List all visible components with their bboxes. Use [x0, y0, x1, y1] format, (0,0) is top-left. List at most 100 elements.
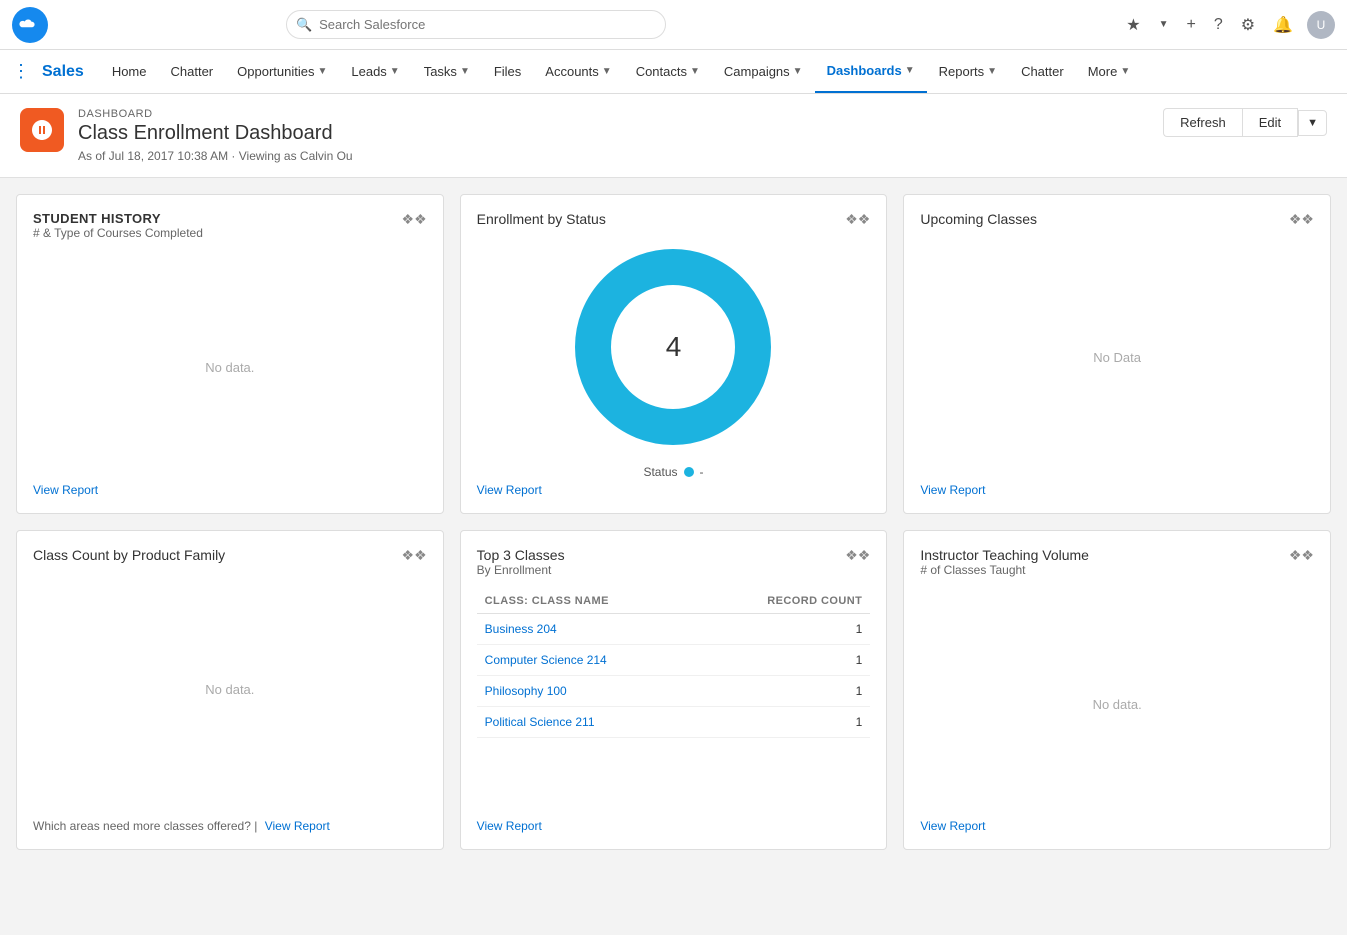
nav-dashboards[interactable]: Dashboards▼ [815, 50, 927, 93]
enrollment-status-card: Enrollment by Status ❖❖ 4 Status - V [460, 194, 888, 514]
bell-icon[interactable]: 🔔 [1269, 11, 1297, 39]
class-name-cell[interactable]: Philosophy 100 [477, 676, 697, 707]
no-data-label: No data. [205, 682, 254, 697]
salesforce-logo[interactable] [12, 7, 48, 43]
chevron-down-icon: ▼ [390, 66, 400, 77]
table-row: Philosophy 1001 [477, 676, 871, 707]
instructor-volume-subtitle: # of Classes Taught [920, 563, 1089, 577]
top3-classes-card: Top 3 Classes By Enrollment ❖❖ CLASS: CL… [460, 530, 888, 850]
nav-home[interactable]: Home [100, 50, 159, 93]
class-count-card: Class Count by Product Family ❖❖ No data… [16, 530, 444, 850]
top3-view-report[interactable]: View Report [477, 819, 871, 833]
dashboard-icon [20, 108, 64, 152]
expand-icon[interactable]: ❖❖ [845, 211, 870, 228]
class-count-title: Class Count by Product Family [33, 547, 225, 563]
enrollment-status-view-report[interactable]: View Report [477, 483, 871, 497]
record-count-cell: 1 [696, 676, 870, 707]
no-data-label: No data. [205, 360, 254, 375]
edit-button[interactable]: Edit [1242, 108, 1298, 137]
enrollment-status-body: 4 Status - [477, 232, 871, 483]
table-row: Computer Science 2141 [477, 645, 871, 676]
nav-campaigns[interactable]: Campaigns▼ [712, 50, 815, 93]
dashboard-title: Class Enrollment Dashboard [78, 122, 353, 145]
no-data-label: No Data [1093, 350, 1141, 365]
card-header: STUDENT HISTORY # & Type of Courses Comp… [33, 211, 427, 248]
dashboard-header-right: Refresh Edit ▼ [1163, 108, 1327, 137]
student-history-title: STUDENT HISTORY [33, 211, 203, 226]
avatar[interactable]: U [1307, 11, 1335, 39]
footer-text: Which areas need more classes offered? [33, 819, 251, 833]
class-count-view-report[interactable]: View Report [265, 819, 330, 833]
top3-title: Top 3 Classes [477, 547, 565, 563]
chevron-down-icon: ▼ [793, 66, 803, 77]
chevron-down-icon: ▼ [690, 66, 700, 77]
nav-tasks[interactable]: Tasks▼ [412, 50, 482, 93]
legend-dot [684, 467, 694, 477]
class-name-cell[interactable]: Computer Science 214 [477, 645, 697, 676]
donut-chart: 4 [573, 247, 773, 447]
nav-chatter-2[interactable]: Chatter [1009, 50, 1076, 93]
card-header: Class Count by Product Family ❖❖ [33, 547, 427, 564]
student-history-body: No data. [33, 252, 427, 483]
student-history-view-report[interactable]: View Report [33, 483, 427, 497]
dashboard-title-block: DASHBOARD Class Enrollment Dashboard As … [78, 108, 353, 163]
chevron-down-icon: ▼ [317, 66, 327, 77]
expand-icon[interactable]: ❖❖ [402, 547, 427, 564]
chevron-down-icon: ▼ [602, 66, 612, 77]
settings-icon[interactable]: ⚙ [1237, 11, 1259, 39]
expand-icon[interactable]: ❖❖ [1289, 211, 1314, 228]
instructor-volume-view-report[interactable]: View Report [920, 819, 1314, 833]
table-row: Business 2041 [477, 614, 871, 645]
nav-leads[interactable]: Leads▼ [339, 50, 411, 93]
top3-subtitle: By Enrollment [477, 563, 565, 577]
nav-reports[interactable]: Reports▼ [927, 50, 1009, 93]
dashboard-subtitle: As of Jul 18, 2017 10:38 AM · Viewing as… [78, 149, 353, 163]
app-name[interactable]: Sales [42, 63, 84, 81]
col-count-header: RECORD COUNT [696, 589, 870, 614]
class-count-footer: Which areas need more classes offered? |… [33, 819, 427, 833]
nav-chatter-1[interactable]: Chatter [159, 50, 226, 93]
enrollment-status-title: Enrollment by Status [477, 211, 606, 227]
no-data-label: No data. [1093, 697, 1142, 712]
search-input[interactable] [286, 10, 666, 39]
nav-more[interactable]: More▼ [1076, 50, 1143, 93]
expand-icon[interactable]: ❖❖ [845, 547, 870, 564]
favorites-icon[interactable]: ★ [1122, 11, 1144, 39]
record-count-cell: 1 [696, 645, 870, 676]
chevron-down-icon: ▼ [1120, 66, 1130, 77]
record-count-cell: 1 [696, 707, 870, 738]
nav-contacts[interactable]: Contacts▼ [624, 50, 712, 93]
card-header: Upcoming Classes ❖❖ [920, 211, 1314, 228]
chevron-down-icon: ▼ [987, 66, 997, 77]
top-actions: ★ ▼ + ? ⚙ 🔔 U [1122, 11, 1335, 39]
favorites-dropdown-icon[interactable]: ▼ [1155, 15, 1173, 34]
search-bar: 🔍 [286, 10, 666, 39]
col-class-header: CLASS: CLASS NAME [477, 589, 697, 614]
table-row: Political Science 2111 [477, 707, 871, 738]
grid-icon[interactable]: ⋮ [12, 61, 30, 82]
donut-value: 4 [666, 331, 682, 363]
nav-files[interactable]: Files [482, 50, 533, 93]
dashboard-label: DASHBOARD [78, 108, 353, 120]
dashboard-header-left: DASHBOARD Class Enrollment Dashboard As … [20, 108, 353, 163]
nav-items: Home Chatter Opportunities▼ Leads▼ Tasks… [100, 50, 1142, 93]
nav-accounts[interactable]: Accounts▼ [533, 50, 623, 93]
student-history-subtitle: # & Type of Courses Completed [33, 226, 203, 240]
upcoming-classes-view-report[interactable]: View Report [920, 483, 1314, 497]
dropdown-button[interactable]: ▼ [1298, 110, 1327, 136]
add-icon[interactable]: + [1182, 12, 1199, 38]
expand-icon[interactable]: ❖❖ [1289, 547, 1314, 564]
donut-legend: Status - [643, 465, 703, 479]
expand-icon[interactable]: ❖❖ [402, 211, 427, 228]
nav-opportunities[interactable]: Opportunities▼ [225, 50, 339, 93]
chevron-down-icon: ▼ [460, 66, 470, 77]
chevron-down-icon: ▼ [905, 65, 915, 76]
legend-item: - [700, 465, 704, 479]
upcoming-classes-title: Upcoming Classes [920, 211, 1037, 227]
instructor-volume-body: No data. [920, 589, 1314, 819]
refresh-button[interactable]: Refresh [1163, 108, 1242, 137]
instructor-volume-title: Instructor Teaching Volume [920, 547, 1089, 563]
class-name-cell[interactable]: Political Science 211 [477, 707, 697, 738]
help-icon[interactable]: ? [1210, 12, 1227, 38]
class-name-cell[interactable]: Business 204 [477, 614, 697, 645]
